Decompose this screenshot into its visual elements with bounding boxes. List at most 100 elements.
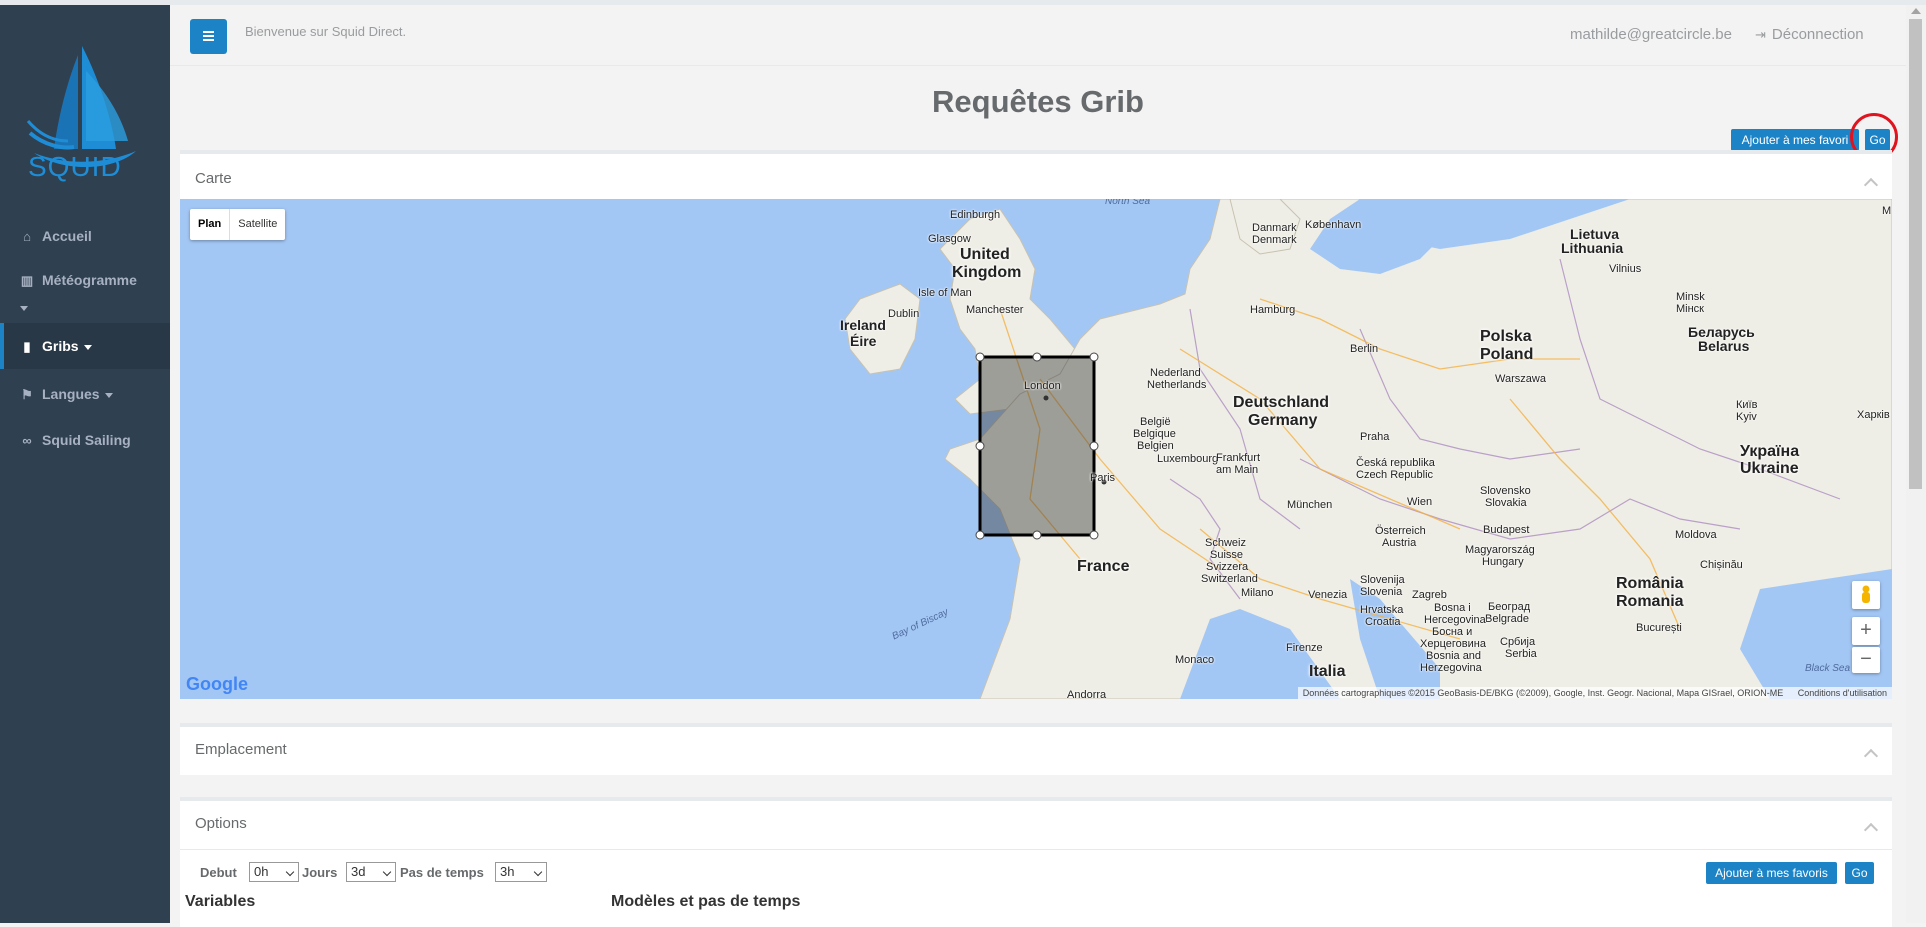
- sidebar-item-gribs[interactable]: ▮ Gribs: [0, 323, 170, 369]
- map-label: Budapest: [1483, 524, 1530, 536]
- logout-link[interactable]: ⇥ Déconnection: [1755, 26, 1864, 43]
- map-type-plan-button[interactable]: Plan: [190, 209, 231, 240]
- map-label: Deutschland: [1233, 394, 1330, 411]
- map-label: Poland: [1480, 346, 1534, 363]
- menu-toggle-button[interactable]: [190, 19, 227, 54]
- sidebar: SQUID ⌂ Accueil ▥ Météogramme ▮ Gribs ⚑ Lang…: [0, 5, 170, 923]
- file-icon: ▮: [23, 339, 31, 354]
- map-label: Wien: [1407, 496, 1433, 508]
- zoom-in-button[interactable]: +: [1852, 617, 1880, 645]
- map-label: Praha: [1360, 431, 1390, 443]
- page-scrollbar[interactable]: [1906, 5, 1926, 923]
- sidebar-item-langues[interactable]: ⚑ Langues: [0, 379, 170, 409]
- map-label: North Sea: [1105, 199, 1151, 207]
- map-label: Austria: [1382, 537, 1417, 549]
- sidebar-item-label: Accueil: [42, 228, 92, 244]
- pas-de-temps-select[interactable]: 3h: [495, 862, 547, 882]
- map-type-control: Plan Satellite: [190, 209, 286, 240]
- panel-title: Carte: [195, 170, 232, 187]
- map-label: Hrvatska: [1360, 604, 1404, 616]
- map-label: București: [1636, 622, 1682, 634]
- map[interactable]: Plan Satellite North Sea Edinburgh Glasg…: [180, 199, 1892, 699]
- zoom-out-button[interactable]: −: [1852, 647, 1880, 673]
- map-label: Croatia: [1365, 616, 1401, 628]
- map-label: M: [1882, 205, 1892, 217]
- map-type-satellite-button[interactable]: Satellite: [230, 209, 285, 240]
- panel-title: Emplacement: [195, 741, 287, 758]
- map-label: Belgique: [1133, 428, 1176, 440]
- map-label: Svizzera: [1206, 561, 1249, 573]
- map-label: Ukraine: [1740, 460, 1799, 477]
- sidebar-item-label: Langues: [42, 386, 100, 402]
- map-label: Херцеговина: [1420, 638, 1486, 650]
- street-view-pegman-icon[interactable]: [1852, 581, 1880, 609]
- debut-select[interactable]: 0h: [249, 862, 299, 882]
- map-label: Glasgow: [928, 233, 971, 245]
- map-label: Chișinău: [1700, 559, 1743, 571]
- map-label: Manchester: [966, 304, 1024, 316]
- sidebar-item-squid-sailing[interactable]: ∞ Squid Sailing: [0, 425, 170, 455]
- map-label: Београд: [1488, 601, 1531, 613]
- map-label: Paris: [1090, 472, 1116, 484]
- map-label: Nederland: [1150, 367, 1201, 379]
- map-label: Slovakia: [1485, 497, 1527, 509]
- collapse-chevron-icon[interactable]: [1863, 748, 1879, 764]
- panel-title: Options: [195, 815, 247, 832]
- map-label: Bosna i: [1434, 602, 1471, 614]
- pas-de-temps-label: Pas de temps: [400, 865, 484, 880]
- map-label: Česká republika: [1356, 457, 1435, 469]
- map-label: Hungary: [1482, 556, 1524, 568]
- map-label: Venezia: [1308, 589, 1348, 601]
- map-label: Andorra: [1067, 689, 1107, 699]
- chevron-down-icon: [382, 867, 392, 877]
- map-attribution: Données cartographiques ©2015 GeoBasis-D…: [1297, 687, 1892, 699]
- map-label: Czech Republic: [1356, 469, 1434, 481]
- models-heading: Modèles et pas de temps: [611, 893, 801, 910]
- map-label: Frankfurt: [1216, 452, 1261, 464]
- collapse-chevron-icon[interactable]: [1863, 177, 1879, 193]
- sidebar-item-meteogramme[interactable]: ▥ Météogramme: [0, 267, 170, 317]
- map-label: Warszawa: [1495, 373, 1546, 385]
- map-label: Luxembourg: [1157, 453, 1219, 465]
- add-favorites-button-bottom[interactable]: Ajouter à mes favoris: [1706, 862, 1837, 884]
- sign-out-icon: ⇥: [1755, 27, 1766, 42]
- variables-heading: Variables: [185, 893, 256, 910]
- map-label: Österreich: [1375, 525, 1426, 537]
- home-icon: ⌂: [23, 229, 31, 244]
- map-label: Ireland: [840, 317, 886, 333]
- scroll-up-arrow-icon[interactable]: [1911, 8, 1921, 14]
- location-panel-header: Emplacement: [180, 723, 1892, 775]
- map-label: Kingdom: [952, 264, 1022, 281]
- add-favorites-button[interactable]: Ajouter à mes favori: [1731, 129, 1859, 151]
- map-label: Netherlands: [1147, 379, 1207, 391]
- map-label: Србија: [1500, 636, 1536, 648]
- hamburger-icon-line: [203, 39, 214, 41]
- terms-link[interactable]: Conditions d'utilisation: [1798, 688, 1887, 698]
- map-label: Suisse: [1210, 549, 1244, 561]
- map-label: Monaco: [1175, 654, 1215, 666]
- go-button-bottom[interactable]: Go: [1845, 862, 1874, 884]
- map-label: Switzerland: [1201, 573, 1258, 585]
- collapse-chevron-icon[interactable]: [1863, 822, 1879, 838]
- logout-label: Déconnection: [1771, 26, 1864, 43]
- sidebar-item-accueil[interactable]: ⌂ Accueil: [0, 221, 170, 251]
- map-label: Dublin: [888, 308, 920, 320]
- scrollbar-thumb[interactable]: [1909, 19, 1922, 489]
- map-label: Belgrade: [1485, 613, 1530, 625]
- debut-value: 0h: [254, 864, 269, 879]
- jours-select[interactable]: 3d: [346, 862, 396, 882]
- map-label: Hercegovina: [1424, 614, 1486, 626]
- map-label: am Main: [1216, 464, 1259, 476]
- map-label: Firenze: [1286, 642, 1323, 654]
- map-label: Germany: [1248, 412, 1318, 429]
- hamburger-icon-line: [203, 35, 214, 37]
- map-label: United: [960, 246, 1010, 263]
- jours-label: Jours: [302, 865, 338, 880]
- map-label: Berlin: [1350, 343, 1379, 355]
- options-panel: Options: [180, 797, 1892, 927]
- map-label: Serbia: [1505, 648, 1537, 660]
- map-label: Hamburg: [1250, 304, 1296, 316]
- map-label: Black Sea: [1805, 663, 1851, 674]
- page-title: Requêtes Grib: [932, 84, 1144, 119]
- map-label: Romania: [1616, 593, 1684, 610]
